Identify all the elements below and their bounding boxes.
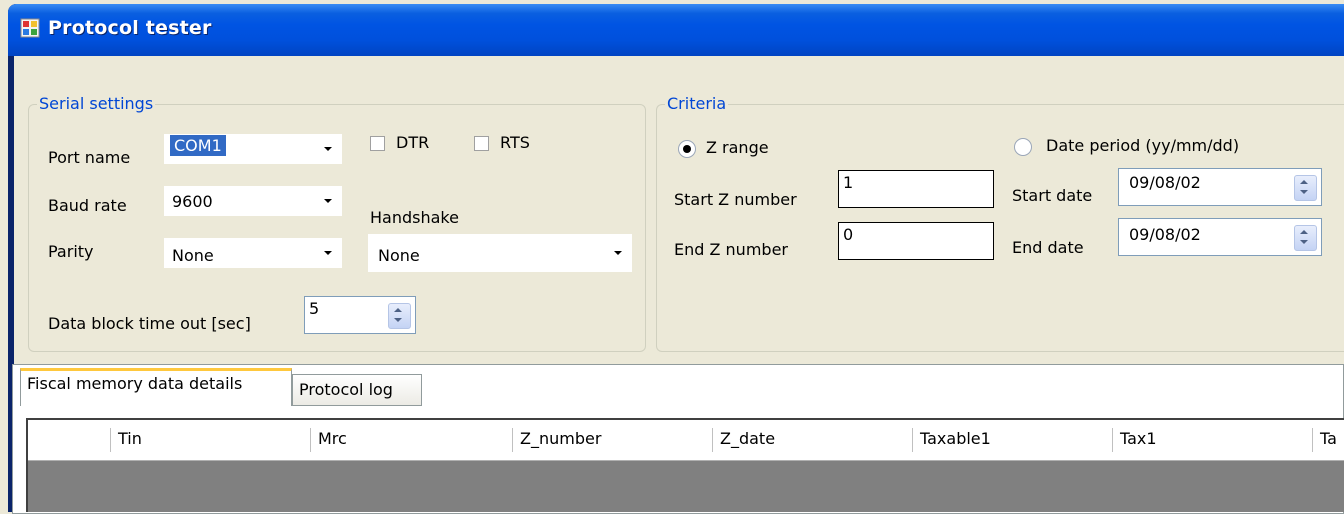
parity-combo[interactable]: None	[164, 238, 342, 268]
column-header-z-date[interactable]: Z_date	[712, 420, 775, 460]
parity-dropdown-arrow-icon[interactable]	[314, 238, 342, 268]
app-window-icon	[20, 18, 40, 38]
start-date-picker[interactable]: 09/08/02	[1118, 168, 1322, 206]
data-grid[interactable]: Tin Mrc Z_number Z_date Taxable1 Tax1 Ta	[26, 418, 1344, 512]
end-date-value: 09/08/02	[1129, 225, 1201, 244]
date-period-radio[interactable]	[1014, 138, 1032, 156]
start-z-input[interactable]: 1	[838, 170, 994, 208]
title-bar[interactable]: Protocol tester	[8, 4, 1344, 56]
port-name-combo[interactable]: COM1	[164, 134, 342, 164]
window-title: Protocol tester	[48, 17, 212, 39]
column-header-z-number[interactable]: Z_number	[512, 420, 601, 460]
baud-rate-value: 9600	[172, 192, 213, 211]
z-range-radio[interactable]	[678, 140, 696, 158]
end-date-spin-arrows-icon[interactable]	[1294, 225, 1317, 251]
z-range-label: Z range	[706, 138, 769, 157]
handshake-value: None	[378, 246, 420, 265]
start-z-label: Start Z number	[674, 190, 797, 209]
timeout-label: Data block time out [sec]	[48, 314, 251, 333]
handshake-dropdown-arrow-icon[interactable]	[604, 234, 632, 272]
timeout-spin-arrows-icon[interactable]	[388, 303, 411, 329]
port-name-label: Port name	[48, 148, 131, 167]
column-header-tax1[interactable]: Tax1	[1112, 420, 1157, 460]
baud-dropdown-arrow-icon[interactable]	[314, 186, 342, 216]
dtr-checkbox[interactable]	[370, 136, 385, 151]
rts-checkbox[interactable]	[474, 136, 489, 151]
baud-rate-label: Baud rate	[48, 196, 127, 215]
column-header-mrc[interactable]: Mrc	[310, 420, 347, 460]
start-date-value: 09/08/02	[1129, 173, 1201, 192]
handshake-combo[interactable]: None	[368, 234, 632, 272]
port-name-value: COM1	[170, 135, 226, 156]
dtr-label: DTR	[396, 133, 430, 152]
column-header-ta[interactable]: Ta	[1312, 420, 1337, 460]
end-z-label: End Z number	[674, 240, 788, 259]
end-z-value: 0	[843, 225, 854, 244]
baud-rate-combo[interactable]: 9600	[164, 186, 342, 216]
start-z-value: 1	[843, 173, 854, 192]
port-dropdown-arrow-icon[interactable]	[314, 134, 342, 164]
serial-settings-title: Serial settings	[37, 94, 156, 113]
date-period-label: Date period (yy/mm/dd)	[1046, 136, 1240, 155]
tab-fiscal-memory[interactable]: Fiscal memory data details	[20, 368, 292, 406]
end-date-picker[interactable]: 09/08/02	[1118, 218, 1322, 256]
parity-label: Parity	[48, 242, 94, 261]
column-header-taxable1[interactable]: Taxable1	[912, 420, 991, 460]
timeout-value: 5	[309, 299, 320, 318]
column-header-tin[interactable]: Tin	[110, 420, 142, 460]
timeout-spinner[interactable]: 5	[304, 296, 416, 334]
tab-protocol-log[interactable]: Protocol log	[292, 374, 422, 406]
start-date-spin-arrows-icon[interactable]	[1294, 175, 1317, 201]
handshake-label: Handshake	[370, 208, 459, 227]
end-z-input[interactable]: 0	[838, 222, 994, 260]
start-date-label: Start date	[1012, 186, 1093, 205]
parity-value: None	[172, 246, 214, 265]
criteria-title: Criteria	[665, 94, 729, 113]
rts-label: RTS	[500, 133, 530, 152]
end-date-label: End date	[1012, 238, 1084, 257]
grid-header: Tin Mrc Z_number Z_date Taxable1 Tax1 Ta	[28, 420, 1344, 461]
